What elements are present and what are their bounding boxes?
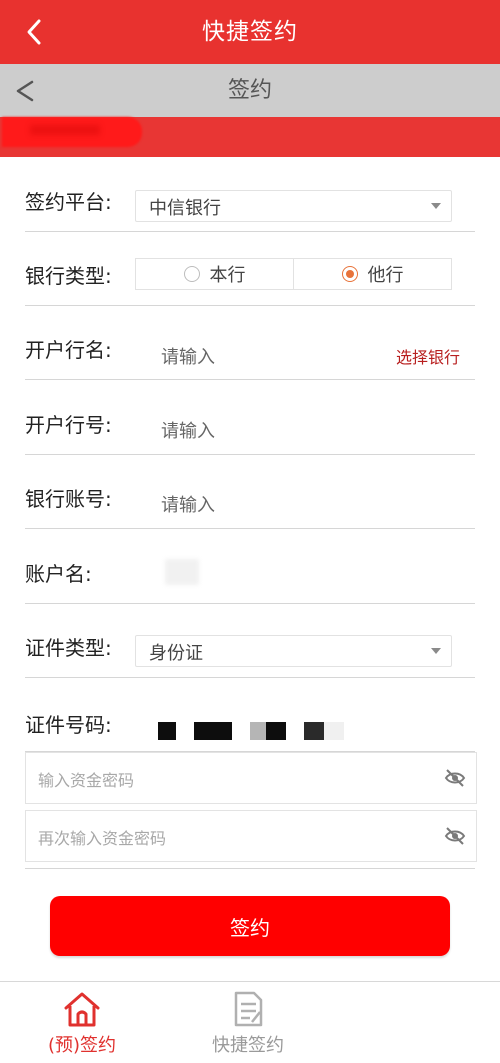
radio-option-own-bank[interactable]: 本行 xyxy=(136,259,294,289)
top-app-bar: 快捷签约 xyxy=(0,0,500,64)
redacted-user-name xyxy=(2,117,142,147)
sub-header-title: 签约 xyxy=(227,78,272,103)
branch-no-label: 开户行号: xyxy=(25,413,112,437)
radio-checked-icon xyxy=(341,266,358,282)
radio-unchecked-icon xyxy=(183,266,200,282)
platform-select[interactable]: 中信银行 xyxy=(135,190,452,222)
id-type-value: 身份证 xyxy=(149,643,203,664)
eye-off-icon[interactable] xyxy=(444,768,466,788)
tab-quick-sign-label: 快捷签约 xyxy=(212,1035,284,1056)
id-type-select[interactable]: 身份证 xyxy=(135,635,452,667)
account-no-input[interactable]: 请输入 xyxy=(161,491,215,517)
radio-option-other-bank[interactable]: 他行 xyxy=(294,259,451,289)
select-bank-link[interactable]: 选择银行 xyxy=(396,344,460,368)
platform-value: 中信银行 xyxy=(149,198,221,219)
sign-submit-button[interactable]: 签约 xyxy=(50,896,450,956)
branch-no-input[interactable]: 请输入 xyxy=(161,417,215,443)
account-name-label: 账户名: xyxy=(25,562,92,586)
fund-password-field[interactable]: 输入资金密码 xyxy=(25,752,477,804)
bank-type-radio-group: 本行 他行 xyxy=(135,258,452,290)
sub-header-bar: 签约 xyxy=(0,64,500,117)
caret-down-icon xyxy=(431,648,441,654)
branch-name-label: 开户行名: xyxy=(25,338,112,362)
account-no-label: 银行账号: xyxy=(25,487,112,511)
tab-quick-sign[interactable]: 快捷签约 xyxy=(123,982,373,1063)
id-type-label: 证件类型: xyxy=(25,636,112,660)
home-icon xyxy=(64,992,100,1027)
caret-down-icon xyxy=(431,203,441,209)
id-no-label: 证件号码: xyxy=(25,713,112,737)
account-name-row: 账户名: xyxy=(25,529,475,604)
bottom-tab-bar: (预)签约 快捷签约 xyxy=(0,981,500,1063)
bank-type-label: 银行类型: xyxy=(25,264,112,288)
radio-label-other-bank: 他行 xyxy=(367,265,404,286)
id-number-masked xyxy=(158,722,348,740)
radio-label-own-bank: 本行 xyxy=(209,265,246,286)
branch-name-input[interactable]: 请输入 xyxy=(161,343,215,369)
fund-password-confirm-placeholder: 再次输入资金密码 xyxy=(38,829,167,848)
page-title: 快捷签约 xyxy=(202,19,298,45)
document-icon xyxy=(234,991,263,1027)
account-name-redacted xyxy=(165,559,199,585)
platform-label: 签约平台: xyxy=(25,190,112,214)
branch-name-row: 开户行名: 请输入 选择银行 xyxy=(25,305,475,380)
account-no-row: 银行账号: 请输入 xyxy=(25,454,475,529)
eye-off-icon[interactable] xyxy=(444,826,466,846)
branch-no-row: 开户行号: 请输入 xyxy=(25,380,475,455)
fund-password-confirm-field[interactable]: 再次输入资金密码 xyxy=(25,810,477,862)
fund-password-placeholder: 输入资金密码 xyxy=(38,771,135,790)
divider xyxy=(25,868,475,869)
user-info-bar xyxy=(0,117,500,157)
